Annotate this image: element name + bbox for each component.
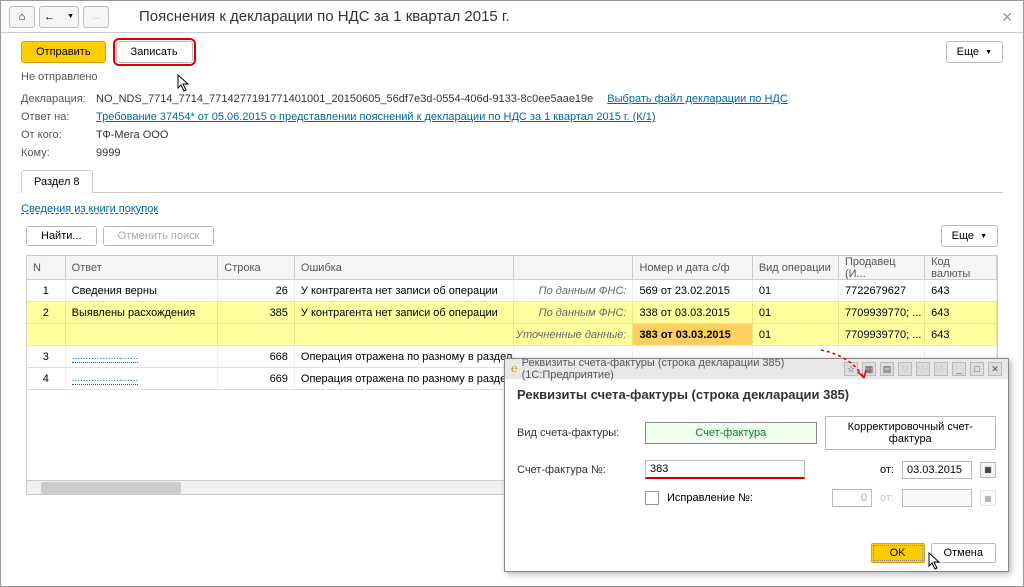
response-label: Ответ на: [21,111,96,123]
more-button[interactable]: Еще▼ [946,41,1003,63]
invoice-date-input[interactable] [902,461,972,479]
forward-button[interactable]: → [83,6,109,28]
from-value: ТФ-Мега ООО [96,129,168,141]
grid-header: N Ответ Строка Ошибка Номер и дата с/ф В… [27,256,997,280]
invoice-number-input[interactable] [645,460,805,479]
back-button[interactable]: ←▼ [39,6,79,28]
col-spacer [514,256,633,279]
date-from-label: от: [880,464,894,476]
calendar-icon: ▦ [980,490,996,506]
table-row[interactable]: 1 Сведения верны 26 У контрагента нет за… [27,280,997,302]
tool-icon[interactable]: ☆ [844,362,858,376]
grid-more-button[interactable]: Еще▼ [941,225,998,247]
invoice-type-corr[interactable]: Корректировочный счет-фактура [825,416,997,450]
invoice-number-label: Счет-фактура №: [517,464,637,476]
dialog-titlebar[interactable]: ℮ Реквизиты счета-фактуры (строка деклар… [505,359,1008,379]
tool-icon[interactable]: M- [934,362,948,376]
tab-section-8[interactable]: Раздел 8 [21,170,93,193]
highlighted-cell[interactable]: 383 от 03.03.2015 [633,324,752,345]
home-button[interactable]: ⌂ [9,6,35,28]
close-icon[interactable]: ✕ [988,362,1002,376]
invoice-type-label: Вид счета-фактуры: [517,427,637,439]
correction-from-label: от: [880,492,894,504]
col-operation[interactable]: Вид операции [753,256,839,279]
tool-icon[interactable]: ▤ [880,362,894,376]
scroll-thumb[interactable] [41,482,181,494]
table-row[interactable]: 2 Выявлены расхождения 385 У контрагента… [27,302,997,324]
app-icon: ℮ [511,363,518,375]
ok-button[interactable]: OK [871,543,925,563]
find-button[interactable]: Найти... [26,226,97,246]
close-icon[interactable]: ✕ [1001,9,1013,26]
col-line[interactable]: Строка [218,256,295,279]
status-text: Не отправлено [21,71,1003,83]
col-answer[interactable]: Ответ [66,256,219,279]
tool-icon[interactable]: M+ [916,362,930,376]
correction-checkbox[interactable] [645,491,659,505]
calendar-icon[interactable]: ▦ [980,462,996,478]
col-currency[interactable]: Код валюты [925,256,997,279]
correction-label: Исправление №: [667,492,753,504]
top-bar: ⌂ ←▼ → Пояснения к декларации по НДС за … [1,1,1023,33]
send-button[interactable]: Отправить [21,41,106,63]
minimize-icon[interactable]: _ [952,362,966,376]
declaration-label: Декларация: [21,93,96,105]
purchase-book-link[interactable]: Сведения из книги покупок [21,203,158,215]
cancel-search-button[interactable]: Отменить поиск [103,226,215,246]
col-number-date[interactable]: Номер и дата с/ф [633,256,752,279]
declaration-file-link[interactable]: Выбрать файл декларации по НДС [607,93,788,105]
tool-icon[interactable]: ▦ [862,362,876,376]
to-label: Кому: [21,147,96,159]
table-row[interactable]: Уточненные данные: 383 от 03.03.2015 01 … [27,324,997,346]
cancel-button[interactable]: Отмена [931,543,996,563]
invoice-type-sf[interactable]: Счет-фактура [645,422,817,444]
maximize-icon[interactable]: □ [970,362,984,376]
from-label: От кого: [21,129,96,141]
toolbar: Отправить Записать Еще▼ [1,33,1023,71]
correction-date-input[interactable] [902,489,972,507]
dialog-window-title: Реквизиты счета-фактуры (строка декларац… [522,357,840,381]
dialog-header: Реквизиты счета-фактуры (строка декларац… [505,379,1008,410]
col-seller[interactable]: Продавец (И... [839,256,925,279]
col-error[interactable]: Ошибка [295,256,514,279]
col-n[interactable]: N [27,256,66,279]
to-value: 9999 [96,147,120,159]
response-link[interactable]: Требование 37454* от 05.06.2015 о предст… [96,111,656,123]
correction-number-input[interactable] [832,489,872,507]
declaration-value: NO_NDS_7714_7714_7714277191771401001_201… [96,93,593,105]
invoice-dialog: ℮ Реквизиты счета-фактуры (строка деклар… [504,358,1009,572]
write-button[interactable]: Записать [116,41,193,63]
tool-icon[interactable]: M [898,362,912,376]
page-title: Пояснения к декларации по НДС за 1 кварт… [139,8,510,25]
